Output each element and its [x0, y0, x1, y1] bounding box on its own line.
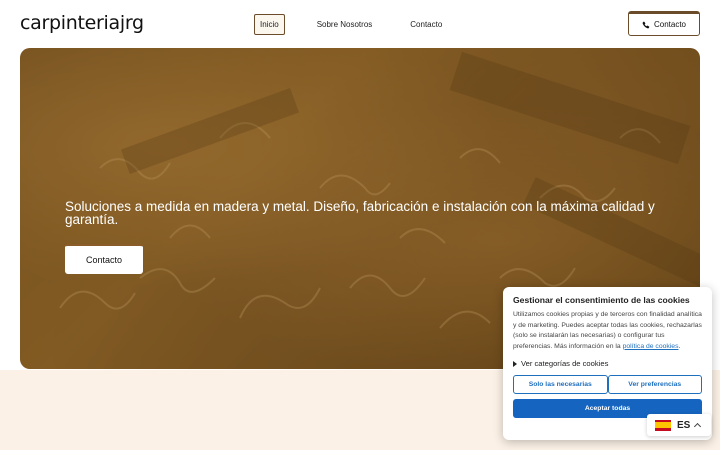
- language-switcher[interactable]: ES: [647, 414, 711, 436]
- expand-triangle-icon: [513, 360, 517, 367]
- cookie-body-end: .: [678, 342, 681, 350]
- cookie-title: Gestionar el consentimiento de las cooki…: [513, 295, 690, 305]
- view-preferences-button[interactable]: Ver preferencias: [607, 375, 702, 394]
- cookie-button-row: Solo las necesarias Ver preferencias: [513, 375, 702, 394]
- cookie-categories-label: Ver categorías de cookies: [521, 359, 609, 368]
- nav-item-inicio[interactable]: Inicio: [254, 14, 285, 35]
- chevron-up-icon: [694, 422, 702, 431]
- nav-item-contacto[interactable]: Contacto: [404, 14, 448, 35]
- necessary-only-button[interactable]: Solo las necesarias: [513, 375, 608, 394]
- site-logo[interactable]: carpinteriajrg: [20, 12, 144, 34]
- phone-icon: [642, 21, 650, 28]
- cookie-policy-link[interactable]: política de cookies: [623, 343, 679, 350]
- language-code: ES: [677, 419, 691, 431]
- header-contact-button[interactable]: Contacto: [628, 11, 700, 36]
- spain-flag-icon: [655, 419, 671, 431]
- hero-tagline: Soluciones a medida en madera y metal. D…: [65, 199, 655, 227]
- cookie-categories-toggle[interactable]: Ver categorías de cookies: [513, 359, 702, 368]
- hero-contact-button[interactable]: Contacto: [65, 244, 143, 274]
- main-nav: Inicio Sobre Nosotros Contacto: [254, 14, 448, 35]
- nav-item-sobre-nosotros[interactable]: Sobre Nosotros: [311, 14, 379, 35]
- cookie-description: Utilizamos cookies propias y de terceros…: [513, 310, 702, 352]
- site-header: carpinteriajrg Inicio Sobre Nosotros Con…: [0, 0, 720, 48]
- header-contact-label: Contacto: [653, 20, 687, 29]
